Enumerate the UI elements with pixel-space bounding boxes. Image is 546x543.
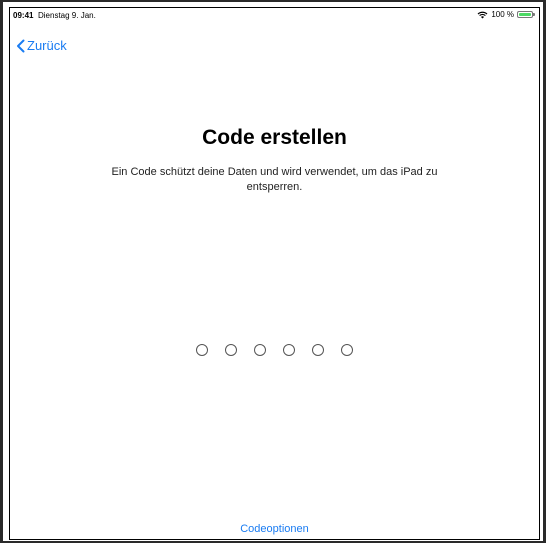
- screen: 09:41 Dienstag 9. Jan. 100 % Zurück Code…: [9, 7, 540, 540]
- back-label: Zurück: [27, 38, 67, 53]
- passcode-dot: [341, 344, 353, 356]
- code-options-button[interactable]: Codeoptionen: [10, 523, 539, 535]
- chevron-left-icon: [16, 39, 27, 53]
- passcode-dot: [254, 344, 266, 356]
- status-time: 09:41: [13, 11, 34, 20]
- device-frame: 09:41 Dienstag 9. Jan. 100 % Zurück Code…: [0, 0, 546, 543]
- wifi-icon: [477, 11, 488, 19]
- back-button[interactable]: Zurück: [16, 38, 67, 53]
- passcode-dot: [225, 344, 237, 356]
- passcode-dot: [283, 344, 295, 356]
- passcode-dot: [196, 344, 208, 356]
- passcode-dots[interactable]: [10, 344, 539, 356]
- subtitle-line-2: entsperren.: [246, 181, 303, 193]
- subtitle-line-1: Ein Code schützt deine Daten und wird ve…: [111, 166, 438, 178]
- status-date: Dienstag 9. Jan.: [38, 11, 96, 20]
- page-subtitle: Ein Code schützt deine Daten und wird ve…: [90, 165, 459, 195]
- battery-percent: 100 %: [491, 10, 514, 19]
- page-title: Code erstellen: [202, 126, 347, 149]
- passcode-dot: [312, 344, 324, 356]
- status-indicators: 100 %: [477, 10, 535, 19]
- battery-icon: [517, 11, 535, 18]
- status-bar: 09:41 Dienstag 9. Jan. 100 %: [10, 8, 539, 24]
